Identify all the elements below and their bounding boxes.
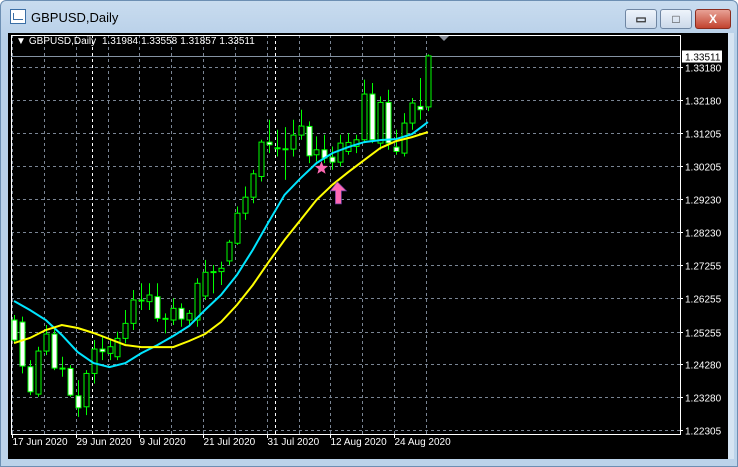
candle-bullish xyxy=(425,55,432,108)
y-tick-label: 1.33180 xyxy=(685,64,722,75)
candle-bullish xyxy=(234,212,241,244)
candle-bearish xyxy=(393,146,400,152)
candle-bearish xyxy=(154,296,161,319)
candle-bullish xyxy=(83,372,90,408)
y-tick-label: 1.31205 xyxy=(685,130,722,141)
candle-bearish xyxy=(67,367,74,396)
y-tick-label: 1.30205 xyxy=(685,163,722,174)
price-chart[interactable]: 1.33180 1.32180 1.31205 1.30205 1.29230 1.282… xyxy=(0,0,738,467)
candle-bullish xyxy=(274,147,281,150)
y-tick-label: 1.32180 xyxy=(685,97,722,108)
y-tick-label: 1.23280 xyxy=(685,394,722,405)
candle-bullish xyxy=(170,307,177,321)
candle-bearish xyxy=(178,307,185,320)
candle-bullish xyxy=(202,271,209,297)
candle-bearish xyxy=(162,317,169,320)
x-tick-label: 17 Jun 2020 xyxy=(13,437,68,448)
candle-bearish xyxy=(51,333,58,369)
candle-bearish xyxy=(369,93,376,141)
candle-bearish xyxy=(306,125,313,157)
header-low: 1.31857 xyxy=(180,36,217,47)
header-dropdown-icon[interactable]: ▼ xyxy=(16,36,26,47)
candle-bullish xyxy=(186,312,193,321)
x-tick-label: 31 Jul 2020 xyxy=(268,437,320,448)
candle-bearish xyxy=(19,321,26,367)
candle-bullish xyxy=(377,101,384,144)
chart-header: ▼ GBPUSD,Daily 1.31984 1.33558 1.31857 1.335… xyxy=(16,36,258,47)
candle-bullish xyxy=(218,267,225,273)
header-symbol: GBPUSD,Daily xyxy=(28,36,97,47)
candle-bullish xyxy=(130,299,137,324)
x-tick-label: 12 Aug 2020 xyxy=(331,437,388,448)
x-tick-label: 29 Jun 2020 xyxy=(77,437,132,448)
candle-bullish xyxy=(298,125,305,136)
y-tick-label: 1.24280 xyxy=(685,361,722,372)
y-tick-label: 1.26255 xyxy=(685,295,722,306)
plot-frame xyxy=(11,35,681,435)
candle-bearish xyxy=(75,395,82,409)
y-tick-label: 1.29230 xyxy=(685,196,722,207)
candle-bullish xyxy=(226,241,233,262)
candle-bearish xyxy=(11,319,18,341)
candle-bullish xyxy=(258,141,265,177)
y-tick-label: 1.25255 xyxy=(685,329,722,340)
candle-bullish xyxy=(43,333,50,352)
candle-bullish xyxy=(409,102,416,124)
candle-bearish xyxy=(59,367,66,370)
header-close: 1.33511 xyxy=(219,36,255,47)
candle-bullish xyxy=(313,149,320,156)
candle-bearish xyxy=(210,271,217,274)
candle-bullish xyxy=(290,134,297,150)
candle-bearish xyxy=(385,101,392,144)
y-tick-label: 1.22305 xyxy=(685,427,722,438)
candle-bullish xyxy=(107,346,114,354)
candle-bullish xyxy=(282,148,289,151)
candle-bearish xyxy=(138,299,145,302)
candle-bullish xyxy=(242,196,249,214)
candle-bearish xyxy=(417,105,424,111)
candle-bullish xyxy=(91,348,98,374)
y-tick-label: 1.27255 xyxy=(685,262,722,273)
candle-bearish xyxy=(266,141,273,146)
candle-bullish xyxy=(250,173,257,198)
candle-bullish xyxy=(35,350,42,395)
x-tick-label: 21 Jul 2020 xyxy=(204,437,256,448)
candle-bearish xyxy=(329,156,336,163)
x-tick-label: 9 Jul 2020 xyxy=(140,437,187,448)
candle-bearish xyxy=(99,348,106,353)
candle-bullish xyxy=(361,93,368,141)
chart-shift-marker-icon[interactable] xyxy=(439,36,449,41)
candle-bullish xyxy=(337,142,344,163)
candle-bearish xyxy=(27,366,34,393)
y-tick-label: 1.28230 xyxy=(685,229,722,240)
candle-bullish xyxy=(122,322,129,339)
candle-bullish xyxy=(146,294,153,303)
header-high: 1.33558 xyxy=(141,36,178,47)
last-price-label: 1.33511 xyxy=(685,53,721,64)
header-open: 1.31984 xyxy=(101,36,139,47)
x-tick-label: 24 Aug 2020 xyxy=(395,437,452,448)
